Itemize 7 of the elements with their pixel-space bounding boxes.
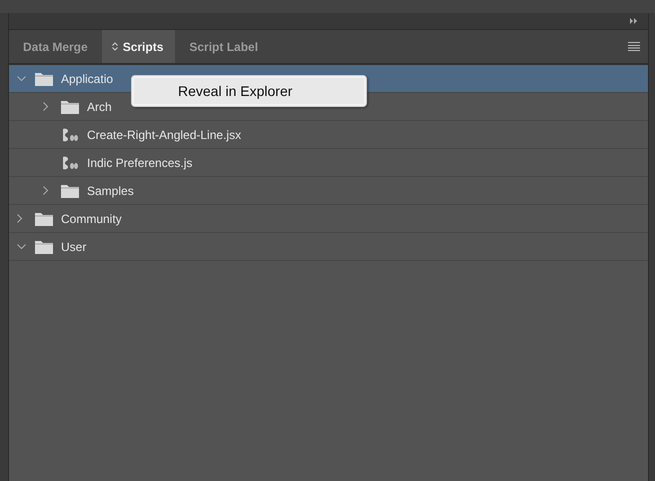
tree-label: Arch <box>87 100 112 114</box>
tree-label: Applicatio <box>61 72 114 86</box>
tree-label: User <box>61 240 86 254</box>
tree-label: Samples <box>87 184 134 198</box>
tree-label: Community <box>61 212 122 226</box>
tree-label: Create-Right-Angled-Line.jsx <box>87 128 242 142</box>
tree-label: Indic Preferences.js <box>87 156 192 170</box>
